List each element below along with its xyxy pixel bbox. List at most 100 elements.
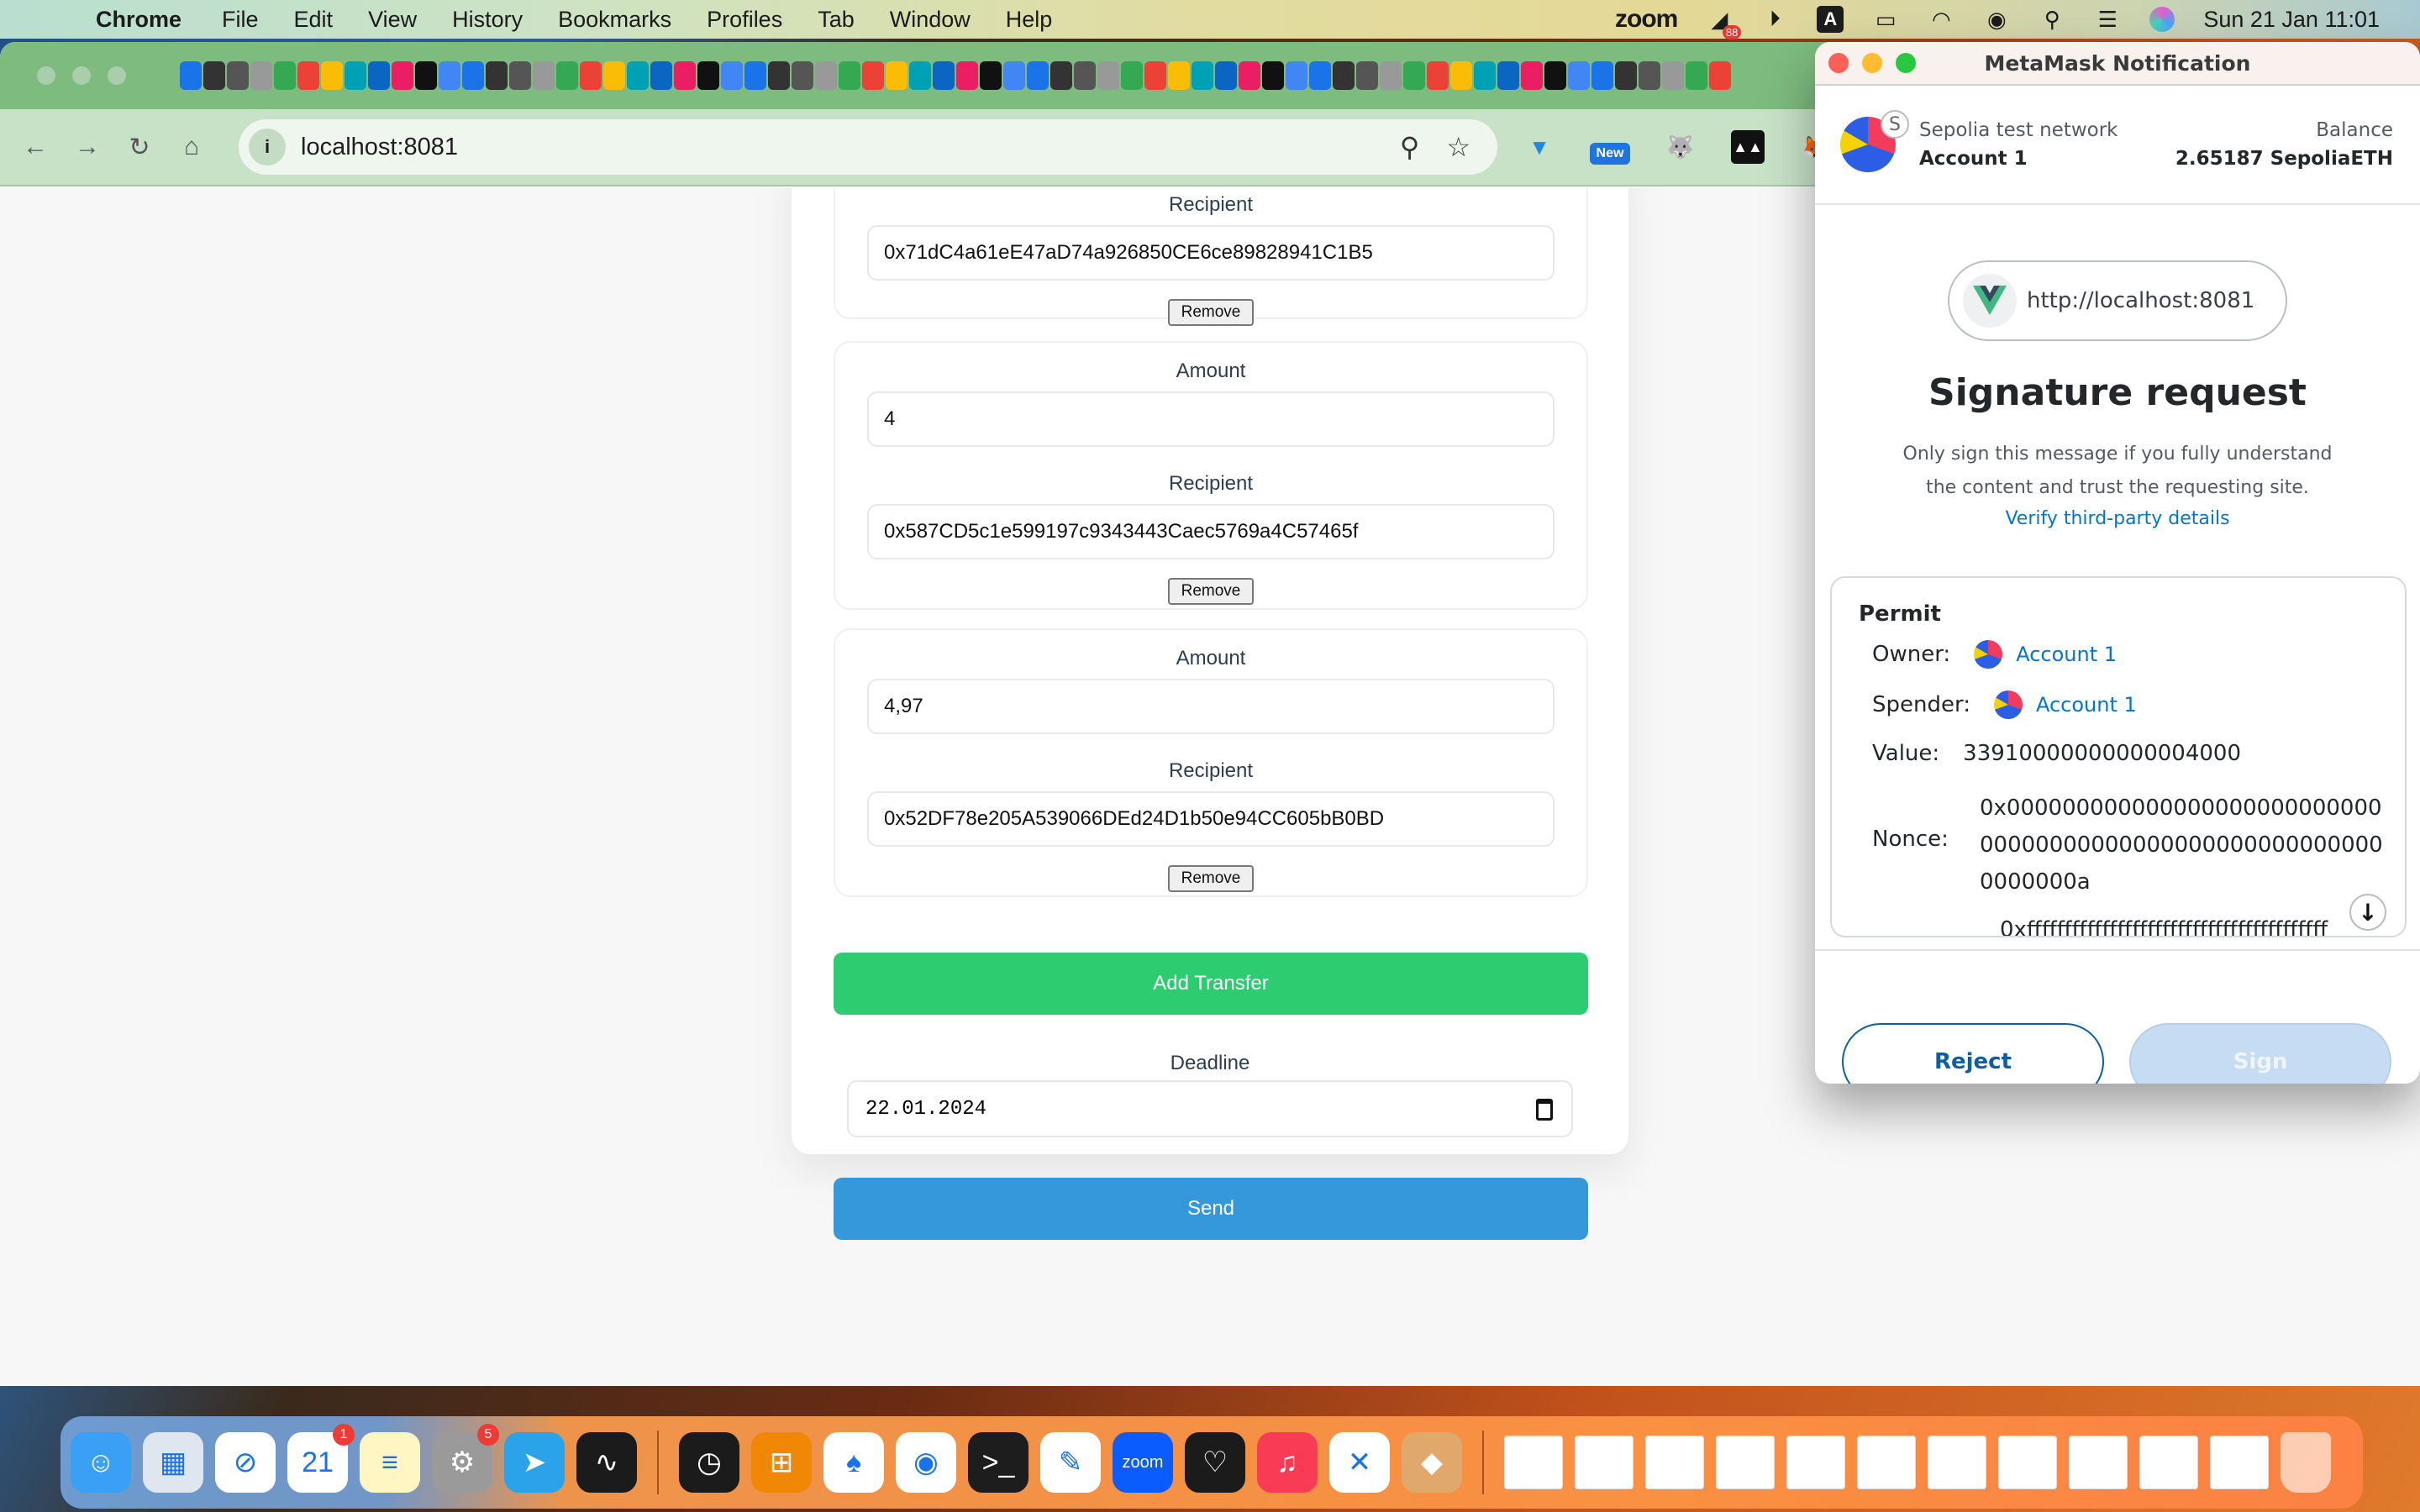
pinned-tab-favicon[interactable] xyxy=(697,61,719,90)
menu-profiles[interactable]: Profiles xyxy=(707,7,782,33)
pinned-tab-favicon[interactable] xyxy=(415,61,437,90)
dock-recent-document[interactable] xyxy=(1504,1436,1563,1489)
home-button[interactable]: ⌂ xyxy=(175,130,208,164)
menu-help[interactable]: Help xyxy=(1006,7,1053,33)
pinned-tab-favicon[interactable] xyxy=(1591,61,1613,90)
remove-transfer-button[interactable]: Remove xyxy=(1168,299,1254,326)
user-account-icon[interactable]: ◉ xyxy=(1983,6,2010,33)
reject-button[interactable]: Reject xyxy=(1842,1023,2104,1084)
menu-tab[interactable]: Tab xyxy=(818,7,855,33)
input-source-icon[interactable]: A xyxy=(1817,6,1844,33)
pinned-tab-favicon[interactable] xyxy=(603,61,625,90)
pinned-tab-favicon[interactable] xyxy=(392,61,413,90)
back-button[interactable]: ← xyxy=(18,130,52,164)
pinned-tab-favicon[interactable] xyxy=(533,61,555,90)
sign-button[interactable]: Sign xyxy=(2129,1023,2391,1084)
spotlight-search-icon[interactable]: ⚲ xyxy=(2039,6,2065,33)
dock-app-activity-monitor[interactable]: ♡ xyxy=(1185,1432,1245,1493)
address-bar[interactable]: i localhost:8081 ⚲ ☆ xyxy=(239,119,1497,175)
dock-recent-document[interactable] xyxy=(1786,1436,1845,1489)
pinned-tab-favicon[interactable] xyxy=(1615,61,1637,90)
pinned-tab-favicon[interactable] xyxy=(556,61,578,90)
dock-app-telegram[interactable]: ➤ xyxy=(504,1432,565,1493)
menu-history[interactable]: History xyxy=(452,7,523,33)
dock-recent-document[interactable] xyxy=(1928,1436,1986,1489)
pinned-tab-favicon[interactable] xyxy=(956,61,978,90)
pinned-tab-favicon[interactable] xyxy=(1427,61,1449,90)
pinned-tab-favicon[interactable] xyxy=(1144,61,1166,90)
pinned-tab-favicon[interactable] xyxy=(909,61,931,90)
dock-app-notes[interactable]: ≡ xyxy=(360,1432,420,1493)
typed-message-box[interactable]: Permit Owner: Account 1 Spender: Account… xyxy=(1830,576,2407,937)
dock-app-clock[interactable]: ◷ xyxy=(679,1432,739,1493)
pinned-tab-favicon[interactable] xyxy=(768,61,790,90)
pinned-tab-favicon[interactable] xyxy=(1568,61,1590,90)
pinned-tab-favicon[interactable] xyxy=(1215,61,1237,90)
pinned-tab-favicon[interactable] xyxy=(1544,61,1566,90)
pinned-tab-favicon[interactable] xyxy=(1709,61,1731,90)
pinned-tab-favicon[interactable] xyxy=(1192,61,1213,90)
pinned-tab-favicon[interactable] xyxy=(180,61,202,90)
menubar-clock[interactable]: Sun 21 Jan 11:01 xyxy=(2203,7,2380,33)
menu-app-chrome[interactable]: Chrome xyxy=(96,7,182,33)
dock-app-finder[interactable]: ☺ xyxy=(71,1432,131,1493)
play-status-icon[interactable]: ⏵ xyxy=(1761,6,1788,33)
add-transfer-button[interactable]: Add Transfer xyxy=(834,953,1588,1015)
recipient-input[interactable] xyxy=(867,791,1555,847)
pinned-tab-favicon[interactable] xyxy=(439,61,460,90)
calendar-picker-icon[interactable] xyxy=(1536,1099,1553,1121)
dock-app-music[interactable]: ♫ xyxy=(1257,1432,1318,1493)
dock-recent-document[interactable] xyxy=(2210,1436,2269,1489)
dock-app-launchpad[interactable]: ▦ xyxy=(143,1432,203,1493)
pinned-tab-favicon[interactable] xyxy=(509,61,531,90)
pinned-tab-favicon[interactable] xyxy=(1262,61,1284,90)
pinned-tab-favicon[interactable] xyxy=(345,61,366,90)
dock-app-safari[interactable]: ⊘ xyxy=(215,1432,276,1493)
menu-edit[interactable]: Edit xyxy=(294,7,334,33)
bookmark-star-icon[interactable]: ☆ xyxy=(1446,131,1470,163)
metamask-minimize-button[interactable] xyxy=(1862,53,1882,73)
pinned-tab-favicon[interactable] xyxy=(368,61,390,90)
pinned-tab-favicon[interactable] xyxy=(886,61,908,90)
mountain-extension-icon[interactable]: ▲▲ xyxy=(1731,130,1765,164)
pinned-tab-favicon[interactable] xyxy=(462,61,484,90)
pinned-tab-favicon[interactable] xyxy=(1027,61,1049,90)
pinned-tab-favicon[interactable] xyxy=(1333,61,1355,90)
pinned-tab-favicon[interactable] xyxy=(744,61,766,90)
amount-input[interactable] xyxy=(867,391,1555,447)
notification-status-icon[interactable]: ◢ 88 xyxy=(1706,6,1742,39)
dock-app-chrome[interactable]: ◉ xyxy=(896,1432,956,1493)
spender-account-link[interactable]: Account 1 xyxy=(2036,693,2137,717)
funnel-extension-icon[interactable]: ▼ xyxy=(1523,130,1556,164)
forward-button[interactable]: → xyxy=(71,130,104,164)
dock-trash-icon[interactable] xyxy=(2281,1432,2331,1493)
pinned-tab-favicon[interactable] xyxy=(1356,61,1378,90)
owner-account-link[interactable]: Account 1 xyxy=(2016,643,2117,666)
close-window-button[interactable] xyxy=(37,66,55,85)
send-button[interactable]: Send xyxy=(834,1178,1588,1240)
pinned-tab-favicon[interactable] xyxy=(1686,61,1707,90)
pinned-tab-favicon[interactable] xyxy=(321,61,343,90)
amount-input[interactable] xyxy=(867,679,1555,734)
pinned-tab-favicon[interactable] xyxy=(815,61,837,90)
dock-app-system-settings[interactable]: ⚙ 5 xyxy=(432,1424,499,1493)
url-text[interactable]: localhost:8081 xyxy=(301,134,1400,161)
pinned-tab-favicon[interactable] xyxy=(650,61,672,90)
deadline-date-input[interactable]: 22.01.2024 xyxy=(847,1080,1573,1137)
pinned-tab-favicon[interactable] xyxy=(250,61,272,90)
pinned-tab-favicon[interactable] xyxy=(203,61,225,90)
pinned-tab-favicon[interactable] xyxy=(1097,61,1119,90)
dock-app-calendar[interactable]: 21 1 xyxy=(287,1424,355,1493)
pinned-tab-favicon[interactable] xyxy=(1474,61,1496,90)
minimize-window-button[interactable] xyxy=(72,66,91,85)
pinned-tab-favicon[interactable] xyxy=(297,61,319,90)
wolf-extension-icon[interactable]: 🐺 xyxy=(1664,130,1697,164)
verify-third-party-link[interactable]: Verify third-party details xyxy=(1815,508,2420,529)
scroll-down-arrow-icon[interactable]: ↓ xyxy=(2349,894,2386,931)
pinned-tab-favicon[interactable] xyxy=(1239,61,1260,90)
dock-recent-document[interactable] xyxy=(1575,1436,1634,1489)
pinned-tab-favicon[interactable] xyxy=(1309,61,1331,90)
pinned-tab-favicon[interactable] xyxy=(792,61,813,90)
pinned-tab-favicon[interactable] xyxy=(580,61,602,90)
control-center-icon[interactable]: ☰ xyxy=(2094,6,2121,33)
